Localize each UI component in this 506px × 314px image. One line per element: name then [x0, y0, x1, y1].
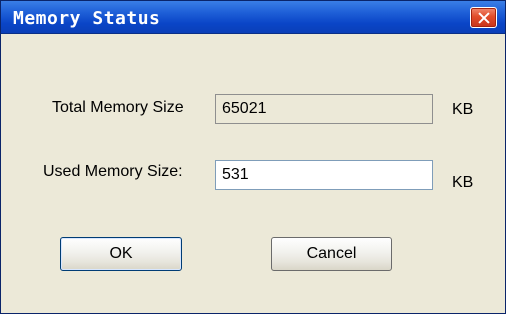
- window-title: Memory Status: [13, 8, 161, 29]
- cancel-button[interactable]: Cancel: [271, 237, 392, 271]
- total-memory-size-label: Total Memory Size: [52, 99, 184, 116]
- used-memory-size-label: Used Memory Size:: [43, 163, 183, 180]
- total-memory-size-value: 65021: [222, 100, 267, 117]
- used-memory-unit: KB: [452, 174, 474, 191]
- used-memory-size-field[interactable]: 531: [215, 160, 433, 190]
- close-button[interactable]: ×: [470, 7, 497, 28]
- title-bar: Memory Status ×: [1, 1, 505, 34]
- total-memory-size-field: 65021: [215, 94, 433, 124]
- total-memory-unit: KB: [452, 101, 474, 118]
- close-icon: [477, 11, 491, 25]
- dialog-content: Total Memory Size 65021 KB Used Memory S…: [1, 34, 505, 313]
- ok-button[interactable]: OK: [60, 237, 182, 271]
- memory-status-dialog: Memory Status × Total Memory Size 65021 …: [0, 0, 506, 314]
- used-memory-size-value: 531: [222, 166, 249, 183]
